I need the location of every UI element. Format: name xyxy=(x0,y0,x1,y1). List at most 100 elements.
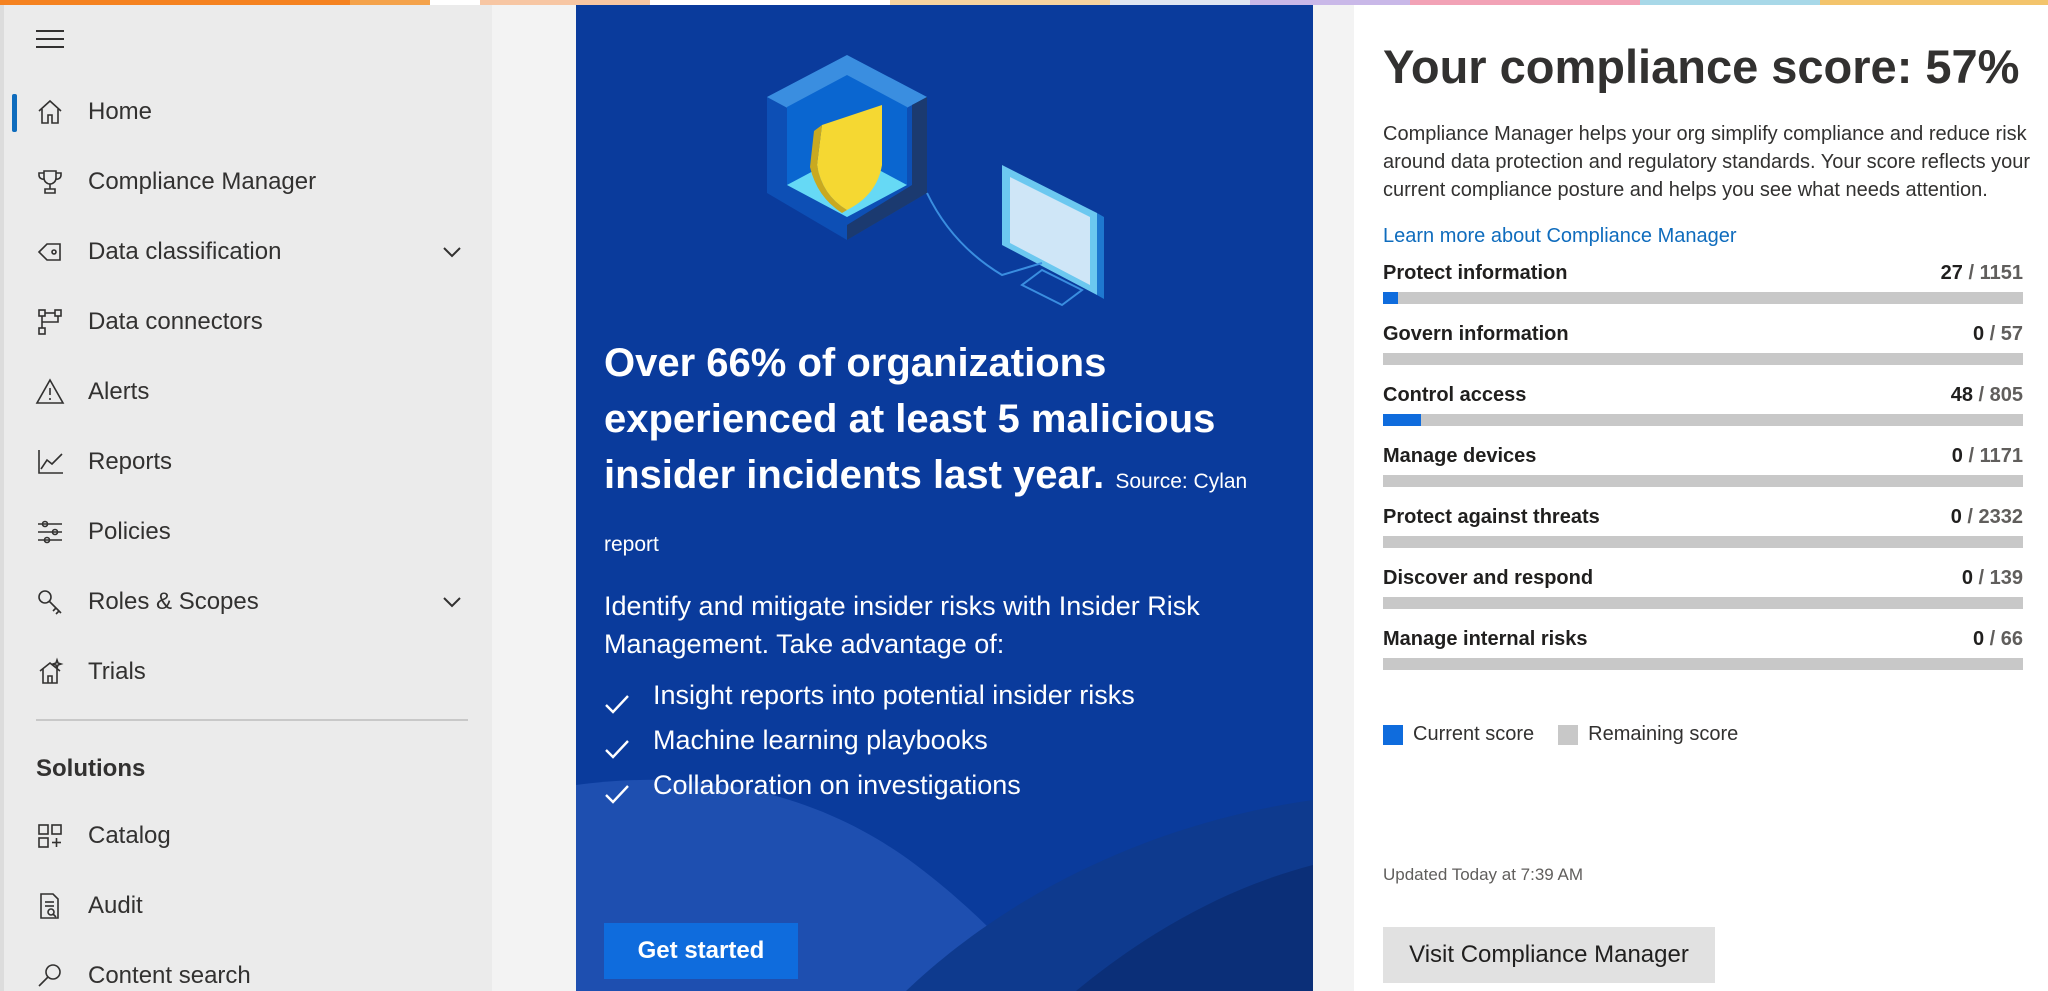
sidebar-item-label: Reports xyxy=(88,448,173,475)
sidebar-item-label: Data classification xyxy=(88,238,282,265)
sliders-icon xyxy=(34,516,66,548)
category-progress-fill xyxy=(1383,414,1421,426)
sidebar-item-label: Audit xyxy=(88,892,143,919)
sidebar-item-trials[interactable]: Trials xyxy=(4,644,492,700)
legend-current-label: Current score xyxy=(1413,723,1535,745)
category-name: Govern information xyxy=(1383,323,1569,345)
sidebar-item-alerts[interactable]: Alerts xyxy=(4,364,492,420)
compliance-description: Compliance Manager helps your org simpli… xyxy=(1383,120,2048,204)
sidebar-item-reports[interactable]: Reports xyxy=(4,434,492,490)
sidebar-item-label: Roles & Scopes xyxy=(88,588,259,615)
checkmark-icon xyxy=(604,774,630,804)
description-line: around data protection and regulatory st… xyxy=(1383,151,2031,173)
list-item-text: Machine learning playbooks xyxy=(653,725,988,755)
legend-remaining: Remaining score xyxy=(1558,723,1738,746)
category-score-total: / 1171 xyxy=(1968,445,2023,467)
chart-icon xyxy=(34,446,66,478)
category-score: 0 / 66 xyxy=(1973,628,2023,651)
sidebar-item-label: Compliance Manager xyxy=(88,168,317,195)
category-progress-bar xyxy=(1383,475,2023,487)
score-category-row: Protect information 27 / 1151 xyxy=(1383,262,2023,312)
category-name: Protect against threats xyxy=(1383,506,1600,528)
legend-remaining-label: Remaining score xyxy=(1588,723,1739,745)
score-legend: Current score Remaining score xyxy=(1383,723,1762,746)
sidebar-item-compliance-manager[interactable]: Compliance Manager xyxy=(4,154,492,210)
sidebar-item-audit[interactable]: Audit xyxy=(4,878,492,934)
category-score: 0 / 139 xyxy=(1962,567,2023,590)
sidebar-item-data-connectors[interactable]: Data connectors xyxy=(4,294,492,350)
list-item: Machine learning playbooks xyxy=(604,718,1135,763)
description-line: Compliance Manager helps your org simpli… xyxy=(1383,123,2027,145)
category-score: 48 / 805 xyxy=(1951,384,2023,407)
category-score-total: / 2332 xyxy=(1967,506,2023,528)
promo-headline: Over 66% of organizations experienced at… xyxy=(604,335,1284,573)
tag-icon xyxy=(34,236,66,268)
sidebar-item-roles-scopes[interactable]: Roles & Scopes xyxy=(4,574,492,630)
category-score-value: 48 xyxy=(1950,384,1973,406)
trophy-icon xyxy=(34,166,66,198)
sidebar-item-policies[interactable]: Policies xyxy=(4,504,492,560)
category-progress-bar xyxy=(1383,536,2023,548)
category-score-value: 0 xyxy=(1950,506,1962,528)
list-item: Collaboration on investigations xyxy=(604,763,1135,808)
sidebar-section-title: Solutions xyxy=(36,755,146,782)
description-line: current compliance posture and helps you… xyxy=(1383,179,1988,201)
legend-current-swatch xyxy=(1383,724,1403,745)
compliance-score-card: Your compliance score: 57% Compliance Ma… xyxy=(1354,5,2048,991)
category-name: Manage internal risks xyxy=(1383,628,1588,650)
updated-timestamp: Updated Today at 7:39 AM xyxy=(1383,865,1584,884)
category-name: Manage devices xyxy=(1383,445,1537,467)
sidebar-item-content-search[interactable]: Content search xyxy=(4,948,492,991)
legend-remaining-swatch xyxy=(1558,724,1579,745)
chevron-down-icon[interactable] xyxy=(440,240,464,264)
list-item-text: Collaboration on investigations xyxy=(653,770,1021,800)
sidebar-item-label: Data connectors xyxy=(88,308,263,335)
trials-icon xyxy=(34,656,66,688)
checkmark-icon xyxy=(604,729,630,759)
warning-icon xyxy=(34,376,66,408)
learn-more-link[interactable]: Learn more about Compliance Manager xyxy=(1383,225,1737,248)
category-name: Control access xyxy=(1383,384,1527,406)
promo-benefit-list: Insight reports into potential insider r… xyxy=(604,673,1135,808)
category-score: 0 / 1171 xyxy=(1952,445,2023,468)
sidebar-item-home[interactable]: Home xyxy=(4,84,492,140)
sidebar-item-label: Home xyxy=(88,98,153,125)
category-score: 27 / 1151 xyxy=(1941,262,2023,285)
legend-current: Current score xyxy=(1383,723,1534,746)
category-score-value: 0 xyxy=(1961,567,1973,589)
visit-compliance-manager-button[interactable]: Visit Compliance Manager xyxy=(1383,927,1715,983)
category-score-value: 0 xyxy=(1972,628,1985,650)
score-category-row: Discover and respond 0 / 139 xyxy=(1383,567,2023,617)
category-score-total: / 139 xyxy=(1978,567,2023,589)
category-score-total: / 57 xyxy=(1989,323,2023,345)
sidebar-item-label: Catalog xyxy=(88,822,171,849)
score-category-row: Manage devices 0 / 1171 xyxy=(1383,445,2023,495)
sidebar-item-catalog[interactable]: Catalog xyxy=(4,808,492,864)
category-score-value: 0 xyxy=(1972,323,1985,345)
category-progress-bar xyxy=(1383,597,2023,609)
category-name: Discover and respond xyxy=(1383,567,1594,589)
category-score-value: 27 xyxy=(1940,262,1963,284)
sidebar-item-data-classification[interactable]: Data classification xyxy=(4,224,492,280)
home-icon xyxy=(34,96,66,128)
promo-description: Identify and mitigate insider risks with… xyxy=(604,591,1200,659)
audit-icon xyxy=(34,890,66,922)
sidebar-divider xyxy=(36,719,468,721)
get-started-button[interactable]: Get started xyxy=(604,923,798,979)
hamburger-icon[interactable] xyxy=(36,30,64,52)
key-icon xyxy=(34,586,66,618)
catalog-icon xyxy=(34,820,66,852)
list-item: Insight reports into potential insider r… xyxy=(604,673,1135,718)
category-progress-fill xyxy=(1383,292,1398,304)
chevron-down-icon[interactable] xyxy=(440,590,464,614)
shield-computer-illustration xyxy=(767,55,1104,307)
score-category-row: Protect against threats 0 / 2332 xyxy=(1383,506,2023,556)
sidebar: Home Compliance Manager Data classificat… xyxy=(0,5,492,991)
list-item-text: Insight reports into potential insider r… xyxy=(653,680,1135,710)
compliance-score-title: Your compliance score: 57% xyxy=(1383,40,2020,93)
category-score: 0 / 2332 xyxy=(1951,506,2023,529)
category-score-total: / 1151 xyxy=(1968,262,2023,284)
category-progress-bar xyxy=(1383,353,2023,365)
category-name: Protect information xyxy=(1383,262,1568,284)
sidebar-item-label: Policies xyxy=(88,518,171,545)
